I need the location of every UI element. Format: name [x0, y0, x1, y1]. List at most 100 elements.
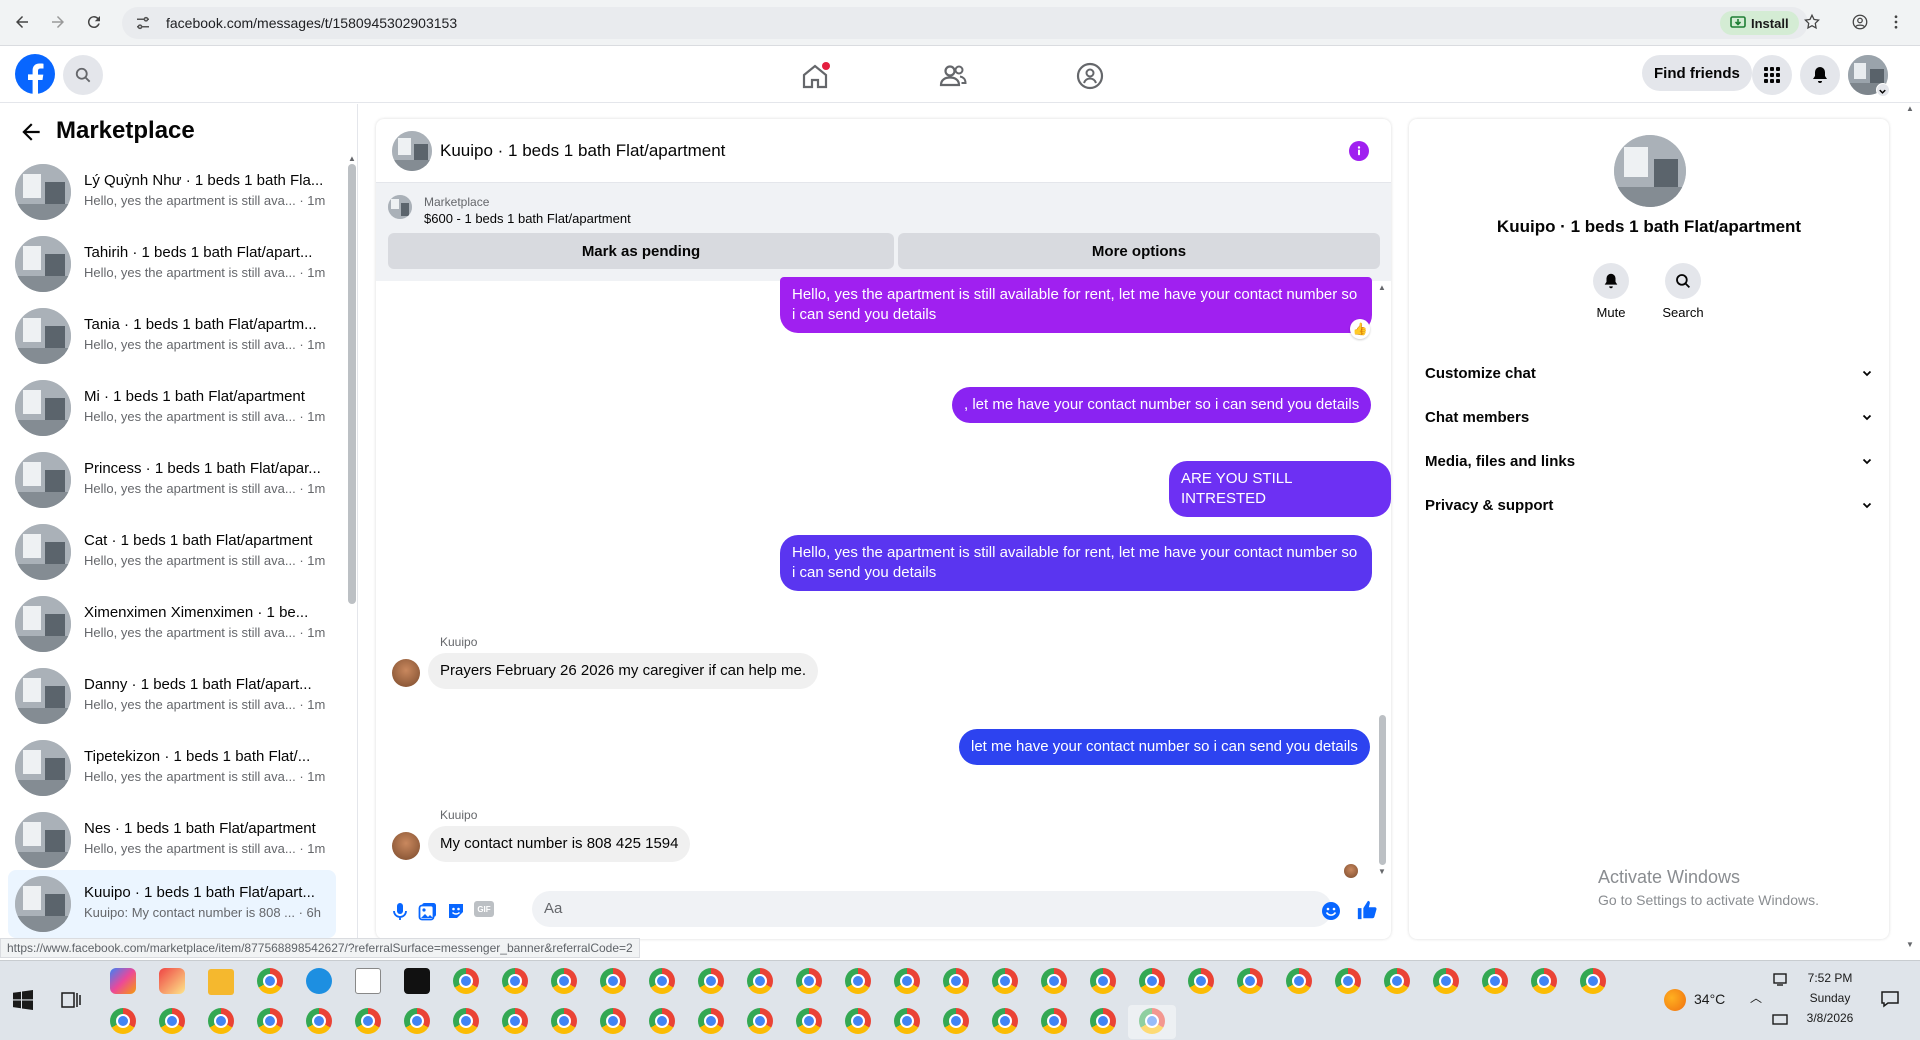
chrome-window-icon[interactable]: [257, 1008, 283, 1034]
conversation-item[interactable]: Tania · 1 beds 1 bath Flat/apartm... Hel…: [8, 302, 336, 370]
chrome-window-icon[interactable]: [796, 1008, 822, 1034]
chrome-window-icon[interactable]: [306, 1008, 332, 1034]
message-bubble-incoming[interactable]: Prayers February 26 2026 my caregiver if…: [428, 653, 818, 689]
address-bar[interactable]: facebook.com/messages/t/1580945302903153: [122, 7, 1808, 39]
privacy-support-section[interactable]: Privacy & support: [1425, 483, 1873, 527]
message-bubble-incoming[interactable]: My contact number is 808 425 1594: [428, 826, 691, 862]
microphone-icon[interactable]: [390, 901, 410, 921]
account-chevron-icon[interactable]: [1876, 83, 1890, 97]
chrome-window-icon[interactable]: [1188, 968, 1214, 994]
friends-nav-icon[interactable]: [938, 61, 968, 91]
install-app-button[interactable]: Install: [1720, 11, 1799, 35]
chrome-window-icon[interactable]: [1139, 968, 1165, 994]
notifications-button[interactable]: [1800, 55, 1840, 95]
sticker-icon[interactable]: [446, 901, 466, 921]
reload-icon[interactable]: [83, 11, 105, 33]
network-icon[interactable]: [1772, 971, 1788, 987]
chrome-window-icon[interactable]: [1090, 1008, 1116, 1034]
chrome-window-icon[interactable]: [1041, 968, 1067, 994]
chrome-window-icon[interactable]: [698, 968, 724, 994]
chrome-window-icon[interactable]: [208, 1008, 234, 1034]
sidebar-scrollbar[interactable]: [348, 164, 356, 604]
chrome-window-icon[interactable]: [453, 1008, 479, 1034]
conversation-item[interactable]: Lý Quỳnh Như · 1 beds 1 bath Fla... Hell…: [8, 158, 336, 226]
chrome-window-icon[interactable]: [698, 1008, 724, 1034]
conversation-item[interactable]: Princess · 1 beds 1 bath Flat/apar... He…: [8, 446, 336, 514]
find-friends-button[interactable]: Find friends: [1642, 55, 1752, 91]
chrome-window-icon[interactable]: [943, 968, 969, 994]
page-scroll-up-icon[interactable]: ▲: [1906, 104, 1914, 113]
like-thumb-icon[interactable]: [1356, 899, 1378, 921]
chrome-window-icon[interactable]: [1335, 968, 1361, 994]
chrome-window-icon[interactable]: [551, 1008, 577, 1034]
chrome-window-icon[interactable]: [355, 1008, 381, 1034]
system-clock[interactable]: 7:52 PM Sunday 3/8/2026: [1790, 968, 1870, 1028]
details-avatar[interactable]: [1614, 135, 1686, 207]
message-bubble-outgoing[interactable]: let me have your contact number so i can…: [959, 729, 1370, 765]
menu-grid-button[interactable]: [1752, 55, 1792, 95]
conversation-item[interactable]: Tipetekizon · 1 beds 1 bath Flat/... Hel…: [8, 734, 336, 802]
weather-temperature[interactable]: 34°C: [1694, 991, 1725, 1007]
paint-icon[interactable]: [159, 968, 185, 994]
messenger-app-icon[interactable]: [306, 968, 332, 994]
chrome-window-icon[interactable]: [600, 968, 626, 994]
chat-avatar[interactable]: [392, 131, 432, 171]
chrome-window-icon[interactable]: [747, 1008, 773, 1034]
chrome-window-icon[interactable]: [992, 968, 1018, 994]
chrome-window-icon[interactable]: [845, 1008, 871, 1034]
chrome-window-icon[interactable]: [551, 968, 577, 994]
mark-as-pending-button[interactable]: Mark as pending: [388, 233, 894, 269]
chrome-window-icon[interactable]: [649, 1008, 675, 1034]
chrome-window-icon[interactable]: [1531, 968, 1557, 994]
media-files-links-section[interactable]: Media, files and links: [1425, 439, 1873, 483]
chrome-window-icon[interactable]: [502, 1008, 528, 1034]
chrome-window-icon[interactable]: [1580, 968, 1606, 994]
chrome-window-icon[interactable]: [1482, 968, 1508, 994]
bookmark-star-icon[interactable]: [1801, 11, 1823, 33]
facebook-logo-icon[interactable]: [15, 54, 55, 94]
mute-button[interactable]: Mute: [1581, 263, 1641, 320]
conversation-item[interactable]: Nes · 1 beds 1 bath Flat/apartment Hello…: [8, 806, 336, 874]
notification-center-icon[interactable]: [1880, 989, 1900, 1009]
conversation-item[interactable]: Tahirih · 1 beds 1 bath Flat/apart... He…: [8, 230, 336, 298]
chrome-window-icon[interactable]: [600, 1008, 626, 1034]
chrome-window-icon[interactable]: [502, 968, 528, 994]
chat-scrollbar[interactable]: [1379, 715, 1386, 865]
chrome-window-icon[interactable]: [943, 1008, 969, 1034]
message-bubble-outgoing[interactable]: Hello, yes the apartment is still availa…: [780, 277, 1372, 333]
task-view-icon[interactable]: [61, 990, 81, 1010]
chrome-window-icon[interactable]: [992, 1008, 1018, 1034]
chrome-window-icon[interactable]: [845, 968, 871, 994]
chrome-window-icon[interactable]: [453, 968, 479, 994]
conversation-item[interactable]: Danny · 1 beds 1 bath Flat/apart... Hell…: [8, 662, 336, 730]
chrome-window-icon[interactable]: [894, 968, 920, 994]
chat-title[interactable]: Kuuipo · 1 beds 1 bath Flat/apartment: [440, 141, 725, 161]
chrome-window-icon[interactable]: [747, 968, 773, 994]
sender-avatar[interactable]: [392, 832, 420, 860]
windows-start-icon[interactable]: [13, 990, 33, 1010]
sender-avatar[interactable]: [392, 659, 420, 687]
chat-scroll-down-icon[interactable]: ▼: [1378, 867, 1386, 876]
chrome-window-icon[interactable]: [1041, 1008, 1067, 1034]
more-options-button[interactable]: More options: [898, 233, 1380, 269]
message-input[interactable]: Aa: [532, 891, 1332, 927]
browser-menu-icon[interactable]: [1885, 11, 1907, 33]
gif-icon[interactable]: GIF: [474, 901, 494, 917]
thumbs-up-reaction-icon[interactable]: 👍: [1350, 319, 1370, 339]
chrome-window-icon[interactable]: [796, 968, 822, 994]
emoji-icon[interactable]: [1321, 901, 1341, 921]
home-nav-icon[interactable]: [800, 61, 830, 91]
chrome-window-icon[interactable]: [404, 1008, 430, 1034]
copilot-icon[interactable]: [110, 968, 136, 994]
chrome-window-icon[interactable]: [649, 968, 675, 994]
display-icon[interactable]: [1772, 1011, 1788, 1027]
message-bubble-outgoing[interactable]: , let me have your contact number so i c…: [952, 387, 1372, 423]
profile-icon[interactable]: [1849, 11, 1871, 33]
conversation-item-active[interactable]: Kuuipo · 1 beds 1 bath Flat/apart... Kuu…: [8, 870, 336, 938]
tray-chevron-up-icon[interactable]: ︿: [1750, 989, 1762, 1006]
conversation-item[interactable]: Cat · 1 beds 1 bath Flat/apartment Hello…: [8, 518, 336, 586]
search-conversation-button[interactable]: Search: [1653, 263, 1713, 320]
chrome-window-icon[interactable]: [1237, 968, 1263, 994]
message-bubble-outgoing[interactable]: Hello, yes the apartment is still availa…: [780, 535, 1372, 591]
banner-listing-link[interactable]: $600 - 1 beds 1 bath Flat/apartment: [424, 211, 631, 226]
